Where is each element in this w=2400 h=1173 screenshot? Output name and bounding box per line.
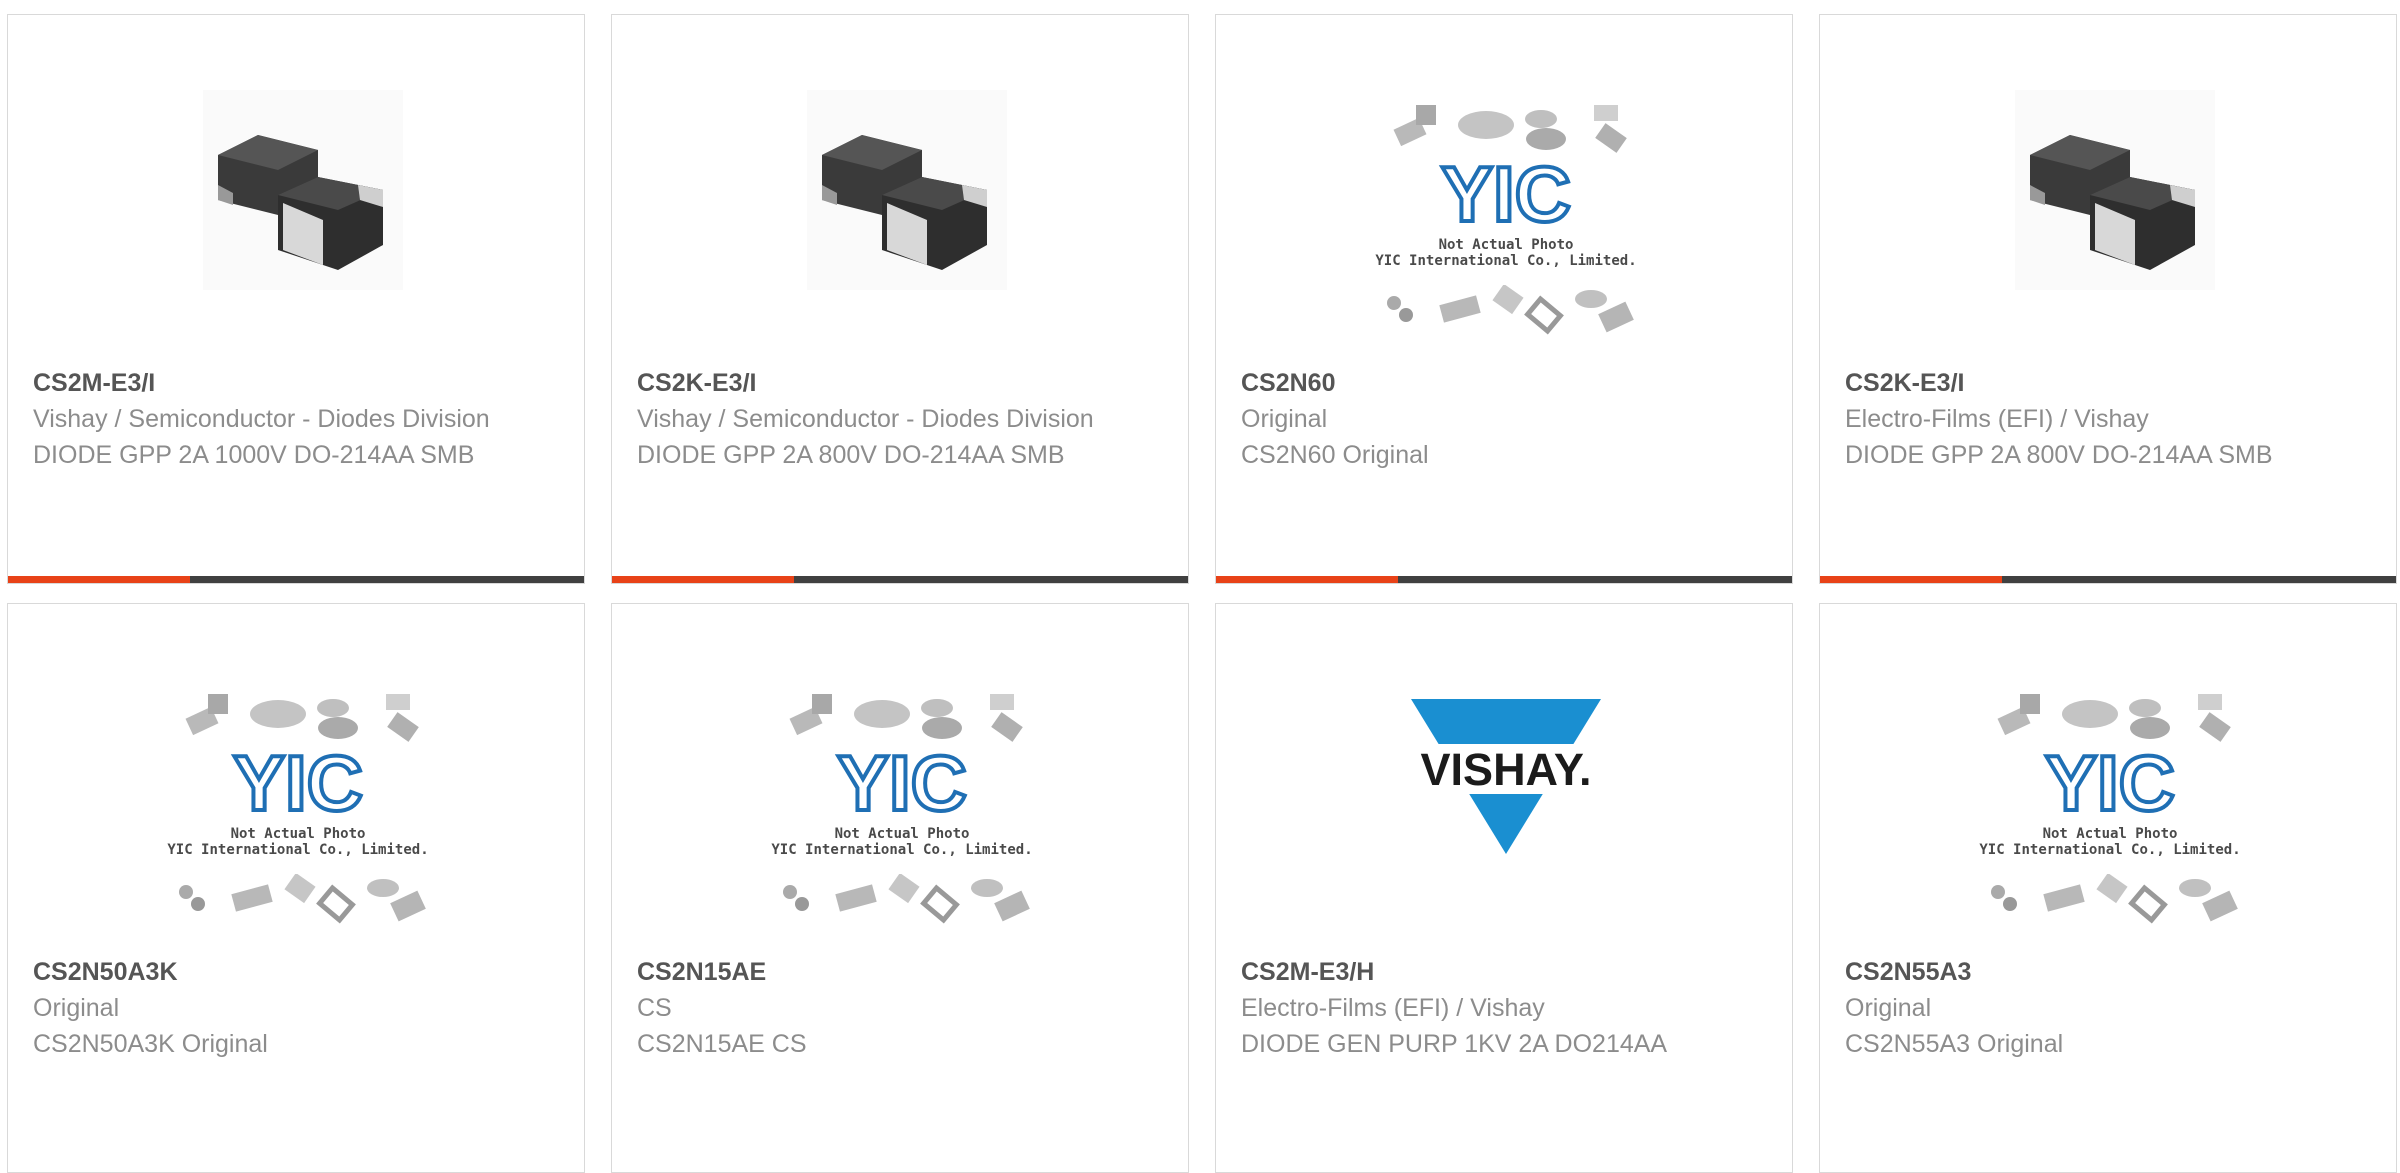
product-card[interactable]: YIC Not Actual Photo YIC International C… — [7, 603, 585, 1173]
card-bottom-bar — [1216, 576, 1792, 583]
smb-package-icon — [2015, 90, 2215, 290]
manufacturer: Electro-Films (EFI) / Vishay — [1845, 405, 2149, 433]
product-info: CS2N50A3K Original CS2N50A3K Original — [33, 954, 494, 1062]
card-bottom-bar — [1820, 576, 2396, 583]
yic-placeholder-image: YIC Not Actual Photo YIC International C… — [762, 694, 1042, 954]
product-image[interactable]: YIC Not Actual Photo YIC International C… — [1216, 15, 1792, 365]
smb-package-icon — [203, 90, 403, 290]
components-icon — [179, 874, 426, 924]
vishay-logo: VISHAY. — [1396, 689, 1616, 864]
yic-placeholder-image: YIC Not Actual Photo YIC International C… — [158, 694, 438, 954]
description: CS2N15AE CS — [637, 1030, 807, 1058]
yic-logo: YIC — [1439, 151, 1573, 240]
part-number-link[interactable]: CS2K-E3/I — [1845, 365, 2306, 401]
svg-text:YIC: YIC — [1441, 151, 1571, 238]
manufacturer: Original — [33, 994, 120, 1022]
manufacturer: Vishay / Semiconductor - Diodes Division — [637, 405, 1094, 433]
product-image[interactable]: YIC Not Actual Photo YIC International C… — [8, 604, 584, 954]
card-bottom-bar — [8, 576, 584, 583]
product-card[interactable]: CS2K-E3/I Electro-Films (EFI) / Vishay D… — [1819, 14, 2397, 584]
description: DIODE GEN PURP 1KV 2A DO214AA — [1241, 1030, 1668, 1058]
placeholder-company: YIC International Co., Limited. — [167, 842, 429, 858]
product-info: CS2M-E3/H Electro-Films (EFI) / Vishay D… — [1241, 954, 1702, 1062]
product-card[interactable]: YIC Not Actual Photo YIC International C… — [1819, 603, 2397, 1173]
product-info: CS2N60 Original CS2N60 Original — [1241, 365, 1702, 473]
product-info: CS2M-E3/I Vishay / Semiconductor - Diode… — [33, 365, 494, 473]
manufacturer: CS — [637, 994, 672, 1022]
product-card[interactable]: VISHAY. CS2M-E3/H Electro-Films (EFI) / … — [1215, 603, 1793, 1173]
product-info: CS2K-E3/I Vishay / Semiconductor - Diode… — [637, 365, 1098, 473]
placeholder-note: Not Actual Photo — [1438, 237, 1574, 253]
placeholder-note: Not Actual Photo — [2042, 826, 2178, 842]
svg-text:YIC: YIC — [233, 740, 363, 827]
manufacturer: Electro-Films (EFI) / Vishay — [1241, 994, 1545, 1022]
card-accent — [8, 576, 190, 583]
svg-text:YIC: YIC — [2045, 740, 2175, 827]
product-image[interactable]: YIC Not Actual Photo YIC International C… — [1820, 604, 2396, 954]
part-number-link[interactable]: CS2N50A3K — [33, 954, 494, 990]
yic-placeholder-image: YIC Not Actual Photo YIC International C… — [1970, 694, 2250, 954]
components-icon — [783, 874, 1030, 924]
yic-logo: YIC — [231, 740, 365, 829]
placeholder-company: YIC International Co., Limited. — [1375, 253, 1637, 269]
part-number-link[interactable]: CS2M-E3/I — [33, 365, 494, 401]
manufacturer: Vishay / Semiconductor - Diodes Division — [33, 405, 490, 433]
description: DIODE GPP 2A 800V DO-214AA SMB — [637, 441, 1065, 469]
yic-placeholder-image: YIC Not Actual Photo YIC International C… — [1366, 105, 1646, 365]
part-number-link[interactable]: CS2N15AE — [637, 954, 1098, 990]
components-icon — [1387, 285, 1634, 335]
card-accent — [1820, 576, 2002, 583]
svg-text:VISHAY.: VISHAY. — [1421, 744, 1592, 795]
product-info: CS2K-E3/I Electro-Films (EFI) / Vishay D… — [1845, 365, 2306, 473]
placeholder-note: Not Actual Photo — [834, 826, 970, 842]
description: DIODE GPP 2A 1000V DO-214AA SMB — [33, 441, 475, 469]
product-card[interactable]: YIC Not Actual Photo YIC International C… — [611, 603, 1189, 1173]
placeholder-note: Not Actual Photo — [230, 826, 366, 842]
description: CS2N60 Original — [1241, 441, 1429, 469]
product-card[interactable]: CS2M-E3/I Vishay / Semiconductor - Diode… — [7, 14, 585, 584]
product-card[interactable]: CS2K-E3/I Vishay / Semiconductor - Diode… — [611, 14, 1189, 584]
product-card[interactable]: YIC Not Actual Photo YIC International C… — [1215, 14, 1793, 584]
part-number-link[interactable]: CS2N60 — [1241, 365, 1702, 401]
card-accent — [612, 576, 794, 583]
card-accent — [1216, 576, 1398, 583]
yic-logo: YIC — [835, 740, 969, 829]
components-icon — [1991, 874, 2238, 924]
product-image[interactable]: YIC Not Actual Photo YIC International C… — [612, 604, 1188, 954]
placeholder-company: YIC International Co., Limited. — [1979, 842, 2241, 858]
description: DIODE GPP 2A 800V DO-214AA SMB — [1845, 441, 2273, 469]
part-number-link[interactable]: CS2M-E3/H — [1241, 954, 1702, 990]
part-number-link[interactable]: CS2K-E3/I — [637, 365, 1098, 401]
product-info: CS2N55A3 Original CS2N55A3 Original — [1845, 954, 2306, 1062]
smb-package-icon — [807, 90, 1007, 290]
placeholder-company: YIC International Co., Limited. — [771, 842, 1033, 858]
card-bottom-bar — [612, 576, 1188, 583]
product-image[interactable] — [612, 15, 1188, 365]
product-info: CS2N15AE CS CS2N15AE CS — [637, 954, 1098, 1062]
product-image[interactable] — [8, 15, 584, 365]
svg-text:YIC: YIC — [837, 740, 967, 827]
part-number-link[interactable]: CS2N55A3 — [1845, 954, 2306, 990]
yic-logo: YIC — [2043, 740, 2177, 829]
product-image[interactable]: VISHAY. — [1216, 604, 1792, 954]
description: CS2N55A3 Original — [1845, 1030, 2064, 1058]
manufacturer: Original — [1845, 994, 1932, 1022]
product-image[interactable] — [1820, 15, 2396, 365]
description: CS2N50A3K Original — [33, 1030, 268, 1058]
manufacturer: Original — [1241, 405, 1328, 433]
